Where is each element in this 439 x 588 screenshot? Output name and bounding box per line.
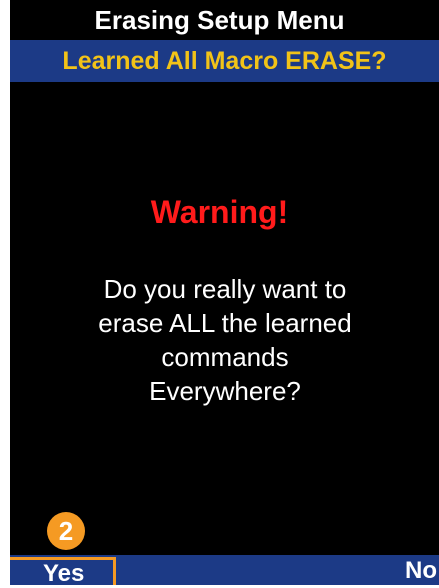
screen-subtitle: Learned All Macro ERASE? (10, 40, 439, 82)
screen-title: Erasing Setup Menu (0, 0, 439, 40)
confirmation-message: Do you really want to erase ALL the lear… (60, 272, 390, 408)
device-screen: Erasing Setup Menu Learned All Macro ERA… (0, 0, 439, 587)
yes-softkey[interactable]: Yes (0, 557, 116, 587)
message-line-4: Everywhere? (149, 376, 301, 406)
message-line-2: erase ALL the learned (98, 308, 352, 338)
warning-heading: Warning! (150, 194, 289, 230)
no-softkey[interactable]: No (405, 557, 439, 585)
left-margin-strip (0, 0, 10, 585)
message-line-3: commands (161, 342, 289, 372)
callout-number-badge: 2 (47, 512, 85, 550)
message-line-1: Do you really want to (103, 274, 347, 304)
